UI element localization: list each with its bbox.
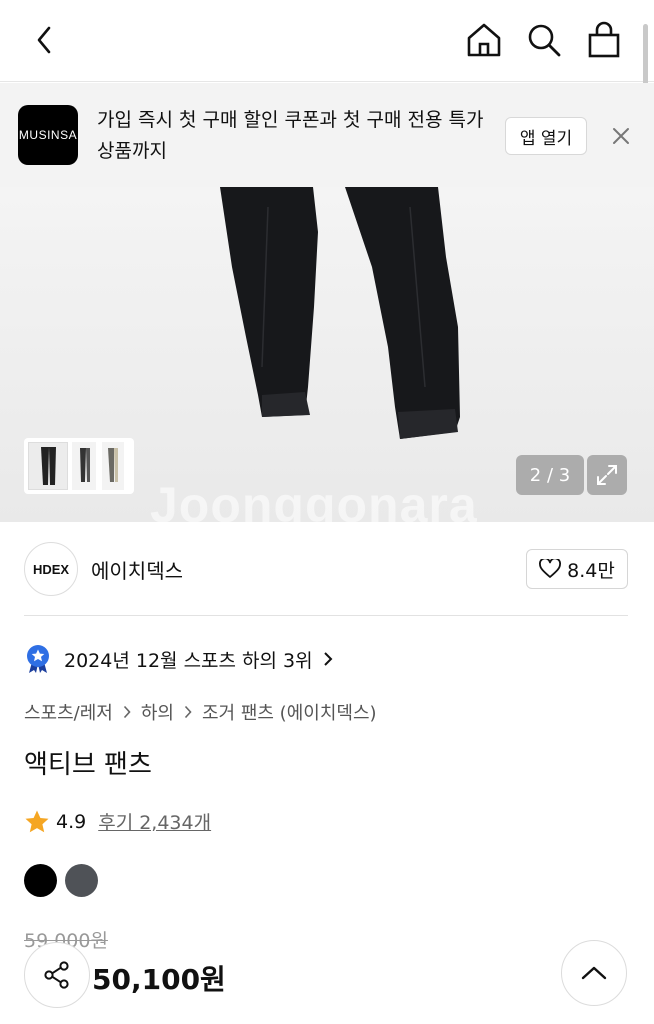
breadcrumb: 스포츠/레저 하의 조거 팬츠 (에이치덱스) — [24, 699, 377, 725]
divider — [24, 615, 628, 616]
rating-value: 4.9 — [56, 810, 87, 833]
brand-name[interactable]: 에이치덱스 — [91, 555, 183, 584]
expand-image-button[interactable] — [587, 455, 627, 495]
ranking-link[interactable]: 2024년 12월 스포츠 하의 3위 — [24, 644, 333, 674]
share-button[interactable] — [24, 942, 90, 1008]
color-swatch-black[interactable] — [24, 864, 57, 897]
banner-message: 가입 즉시 첫 구매 할인 쿠폰과 첫 구매 전용 특가 상품까지 — [97, 109, 484, 162]
shopping-bag-icon — [588, 21, 620, 58]
heart-icon — [539, 559, 562, 578]
breadcrumb-item[interactable]: 스포츠/레저 — [24, 699, 113, 725]
ranking-badge-icon — [27, 645, 49, 673]
thumbnail-image — [108, 448, 118, 482]
banner-close-button[interactable] — [606, 121, 636, 151]
brand-logo[interactable]: HDEX — [24, 542, 78, 596]
expand-icon — [597, 465, 617, 485]
open-app-button[interactable]: 앱 열기 — [505, 117, 587, 155]
thumbnail-3[interactable] — [102, 442, 124, 490]
thumbnail-image — [80, 448, 90, 482]
home-icon — [467, 23, 501, 57]
brand-row: HDEX 에이치덱스 8.4만 — [0, 522, 654, 616]
chevron-right-icon — [184, 705, 192, 719]
color-swatches — [24, 864, 98, 897]
thumbnail-2[interactable] — [72, 442, 96, 490]
product-title: 액티브 팬츠 — [24, 750, 152, 780]
image-counter: 2 / 3 — [516, 455, 584, 495]
chevron-right-icon — [323, 652, 333, 666]
review-count-link[interactable]: 후기 2,434개 — [98, 808, 211, 835]
chevron-right-icon — [123, 705, 131, 719]
color-swatch-gray[interactable] — [65, 864, 98, 897]
rating-row: 4.9 후기 2,434개 — [24, 808, 211, 835]
top-nav-bar — [0, 0, 654, 88]
like-count: 8.4만 — [567, 559, 615, 582]
chevron-up-icon — [581, 966, 607, 980]
close-icon — [613, 128, 629, 144]
back-arrow-icon — [37, 26, 51, 54]
back-button[interactable] — [22, 18, 66, 62]
sale-price: 50,100원 — [92, 963, 226, 996]
search-icon — [528, 24, 561, 57]
star-icon — [25, 810, 49, 832]
thumbnail-1[interactable] — [28, 442, 68, 490]
search-button[interactable] — [520, 16, 568, 64]
thumbnail-image — [41, 447, 56, 485]
app-install-banner: MUSINSA 가입 즉시 첫 구매 할인 쿠폰과 첫 구매 전용 특가 상품까… — [0, 83, 654, 187]
cart-button[interactable] — [580, 16, 628, 64]
scroll-to-top-button[interactable] — [561, 940, 627, 1006]
breadcrumb-item[interactable]: 조거 팬츠 (에이치덱스) — [202, 699, 377, 725]
like-button[interactable]: 8.4만 — [526, 549, 628, 589]
image-thumbnail-strip[interactable] — [24, 438, 134, 494]
ranking-text: 2024년 12월 스포츠 하의 3위 — [64, 649, 313, 672]
breadcrumb-item[interactable]: 하의 — [141, 699, 174, 725]
home-button[interactable] — [460, 16, 508, 64]
musinsa-logo: MUSINSA — [18, 105, 78, 165]
share-icon — [44, 961, 69, 989]
scrollbar[interactable] — [643, 24, 648, 88]
